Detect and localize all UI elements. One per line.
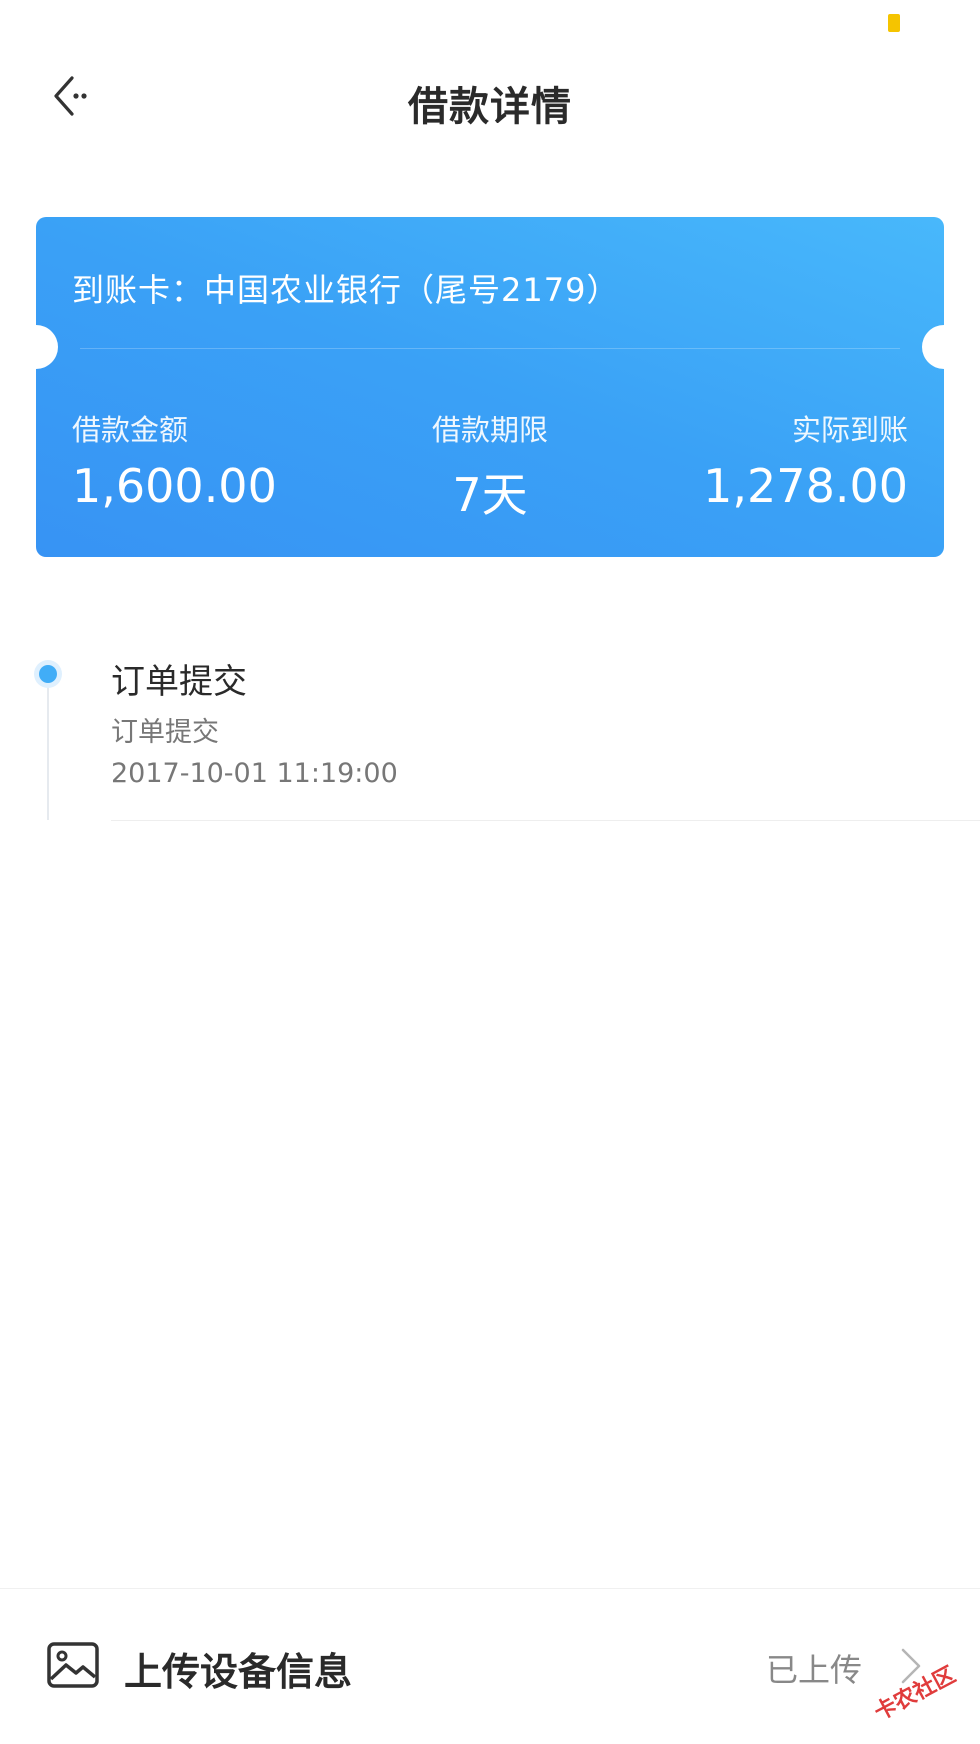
status-indicator — [888, 14, 900, 32]
loan-term-value: 7天 — [452, 468, 528, 522]
upload-device-info-row[interactable]: 上传设备信息 已上传 — [0, 1588, 980, 1744]
timeline-dot — [34, 660, 62, 688]
actual-received-stat: 实际到账 1,278.00 — [703, 407, 908, 513]
card-notch-right — [922, 325, 944, 369]
loan-term-stat: 借款期限 7天 — [390, 407, 590, 525]
image-icon — [46, 1641, 100, 1693]
loan-amount-stat: 借款金额 1,600.00 — [72, 407, 277, 513]
card-divider — [80, 348, 900, 349]
actual-received-value: 1,278.00 — [703, 459, 908, 513]
upload-device-info-label: 上传设备信息 — [124, 1650, 353, 1694]
timeline-event-title: 订单提交 — [111, 662, 247, 702]
card-notch-left — [36, 325, 58, 369]
timeline-event-description: 订单提交 — [111, 717, 219, 748]
timeline-divider — [111, 820, 980, 821]
receiving-card-info: 到账卡：中国农业银行（尾号2179） — [72, 271, 620, 309]
actual-received-label: 实际到账 — [791, 413, 908, 447]
order-timeline: 订单提交 订单提交 2017-10-01 11:19:00 — [0, 640, 980, 830]
loan-amount-value: 1,600.00 — [72, 459, 277, 513]
timeline-line — [47, 674, 49, 820]
loan-summary-card: 到账卡：中国农业银行（尾号2179） 借款金额 1,600.00 借款期限 7天… — [36, 217, 944, 557]
loan-amount-label: 借款金额 — [72, 413, 189, 447]
upload-status-text: 已上传 — [766, 1651, 863, 1689]
header: 借款详情 — [0, 50, 980, 150]
loan-term-label: 借款期限 — [431, 413, 548, 447]
timeline-event-time: 2017-10-01 11:19:00 — [111, 758, 398, 789]
page-title: 借款详情 — [408, 84, 572, 130]
timeline-dot-inner — [39, 665, 57, 683]
